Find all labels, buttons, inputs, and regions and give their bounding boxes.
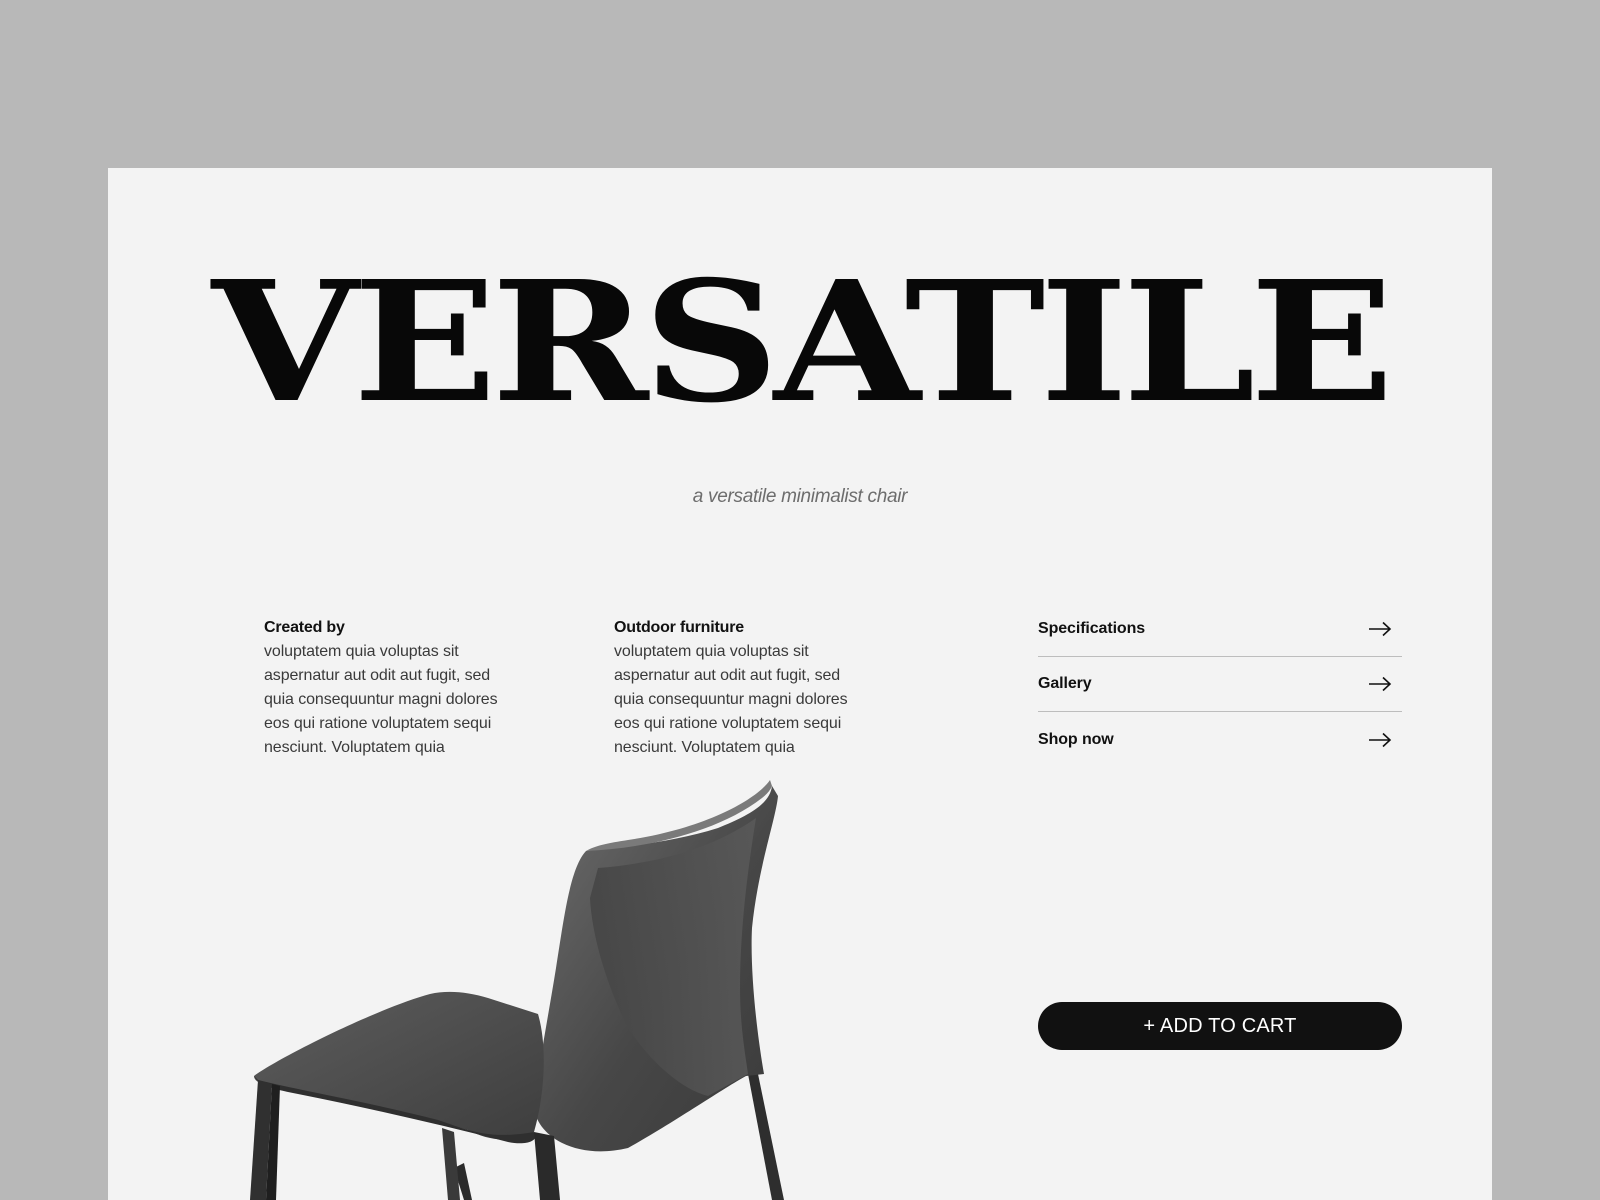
link-label: Shop now bbox=[1038, 730, 1114, 748]
link-list: Specifications Gallery Shop now bbox=[1038, 602, 1402, 767]
link-label: Gallery bbox=[1038, 675, 1092, 692]
arrow-right-icon bbox=[1369, 621, 1392, 637]
link-gallery[interactable]: Gallery bbox=[1038, 657, 1402, 712]
arrow-right-icon bbox=[1369, 732, 1392, 747]
hero-tagline: a versatile minimalist chair bbox=[692, 486, 908, 507]
add-to-cart-button[interactable]: + ADD TO CART bbox=[1038, 1002, 1402, 1050]
product-page: VERSATILE a versatile minimalist chair C… bbox=[108, 168, 1492, 1200]
info-body: voluptatem quia voluptas sit aspernatur … bbox=[614, 643, 848, 756]
link-shop-now[interactable]: Shop now bbox=[1038, 712, 1402, 767]
hero-title: VERSATILE bbox=[211, 245, 1395, 440]
info-heading: Created by bbox=[264, 619, 345, 636]
arrow-right-icon bbox=[1369, 676, 1392, 692]
info-body: voluptatem quia voluptas sit aspernatur … bbox=[264, 643, 498, 756]
info-heading: Outdoor furniture bbox=[614, 619, 744, 636]
info-block-created-by: Created by voluptatem quia voluptas sit … bbox=[264, 616, 524, 760]
link-specifications[interactable]: Specifications bbox=[1038, 602, 1402, 657]
info-block-outdoor-furniture: Outdoor furniture voluptatem quia volupt… bbox=[614, 616, 874, 760]
link-label: Specifications bbox=[1038, 620, 1146, 637]
